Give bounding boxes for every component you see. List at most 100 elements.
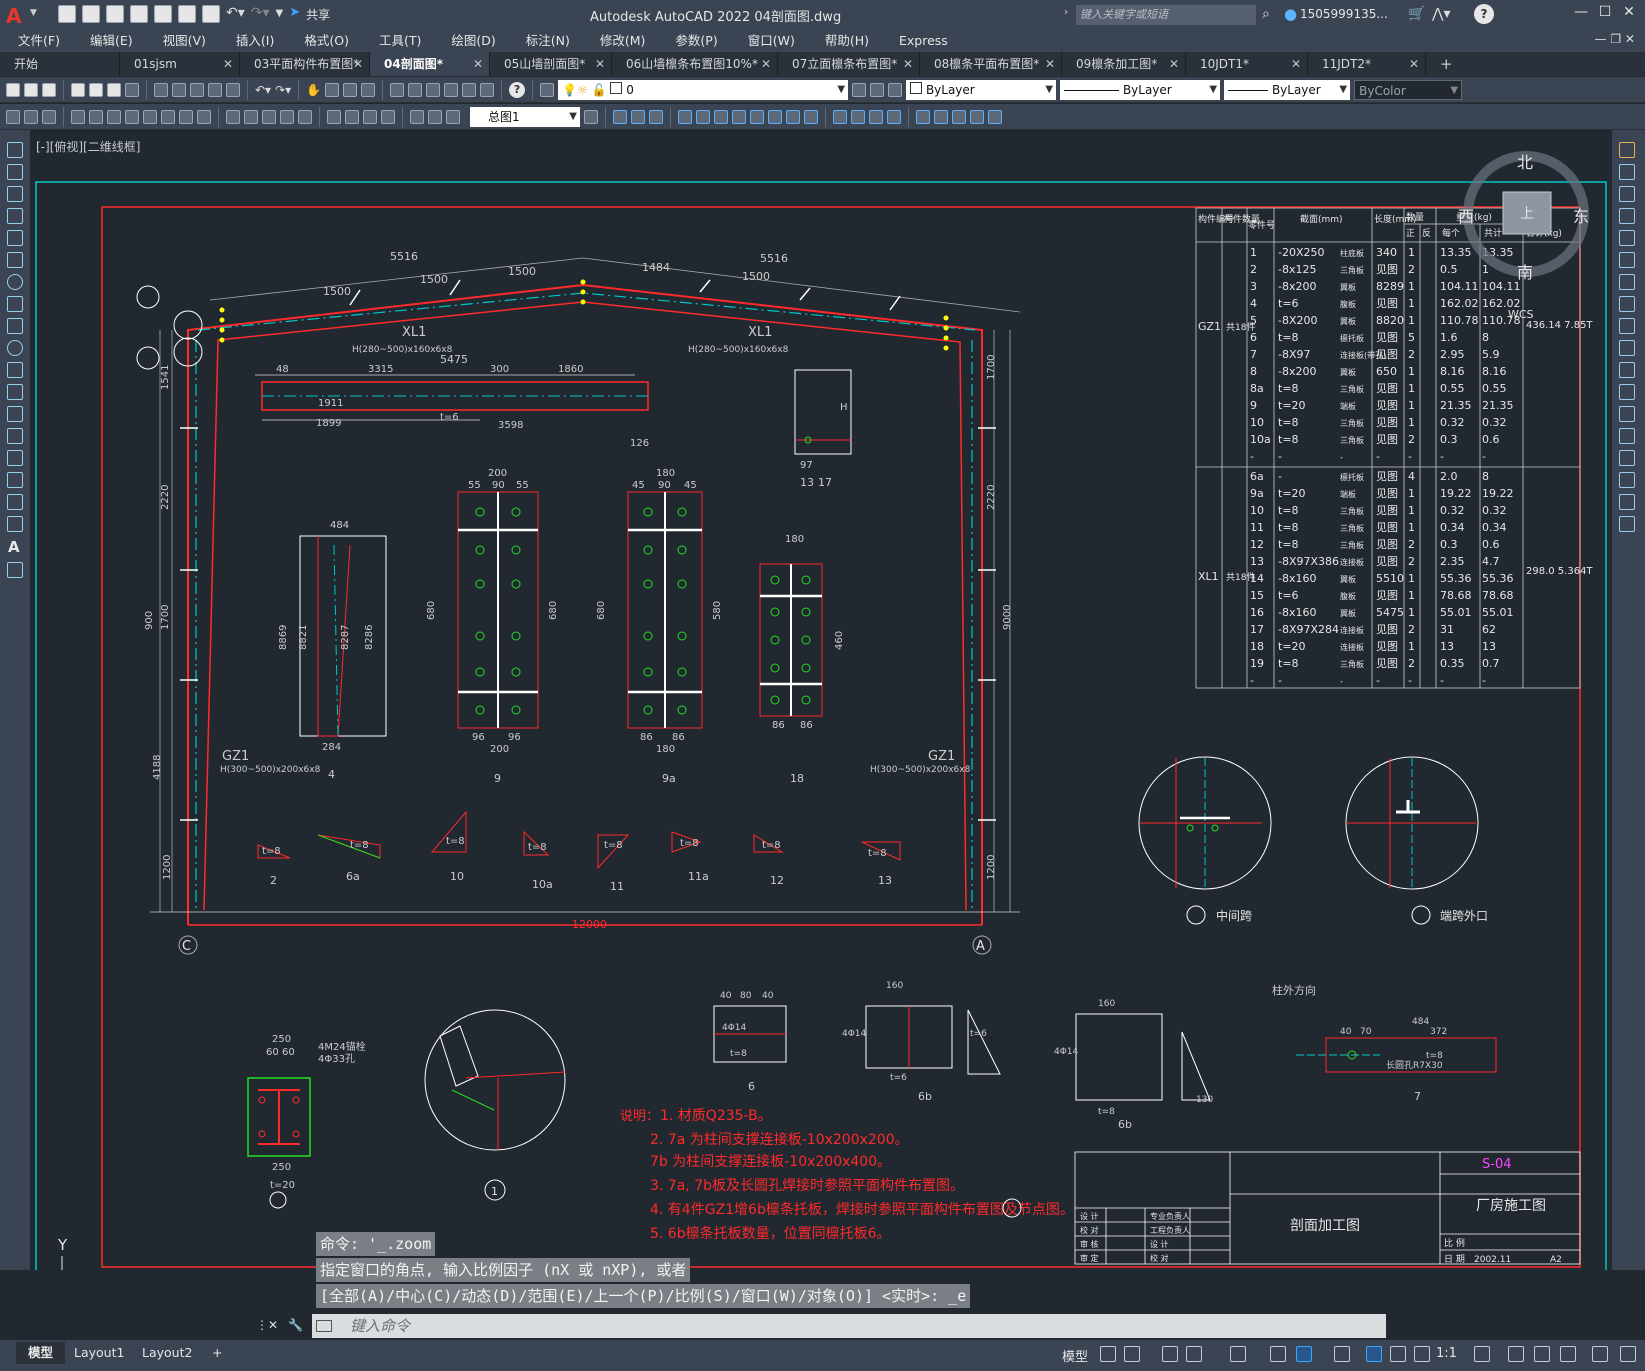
presspull-icon[interactable]	[696, 109, 710, 124]
chamfer-icon[interactable]	[1619, 450, 1635, 466]
close-tab-icon[interactable]: ✕	[903, 52, 913, 76]
snap-icon[interactable]	[1124, 1346, 1140, 1362]
dim-continue-icon[interactable]	[262, 109, 276, 124]
lineweight-dropdown[interactable]: ByLayer ▼	[1224, 79, 1351, 100]
tab-08[interactable]: 08檩条平面布置图* ✕	[920, 52, 1062, 76]
close-tab-icon[interactable]: ✕	[223, 52, 233, 76]
dim-edit-icon[interactable]	[410, 109, 424, 124]
object-snap-tracking-icon[interactable]	[1270, 1346, 1286, 1362]
model-space-button[interactable]: 模型	[1062, 1346, 1088, 1365]
share-button[interactable]: 共享	[306, 6, 330, 23]
menu-view[interactable]: 视图(V)	[145, 30, 218, 52]
qnew-icon[interactable]	[6, 82, 20, 97]
tolerance-icon[interactable]	[327, 109, 341, 124]
add-selected-icon[interactable]	[7, 562, 23, 578]
tab-03[interactable]: 03平面构件布置图* ✕	[240, 52, 370, 76]
menu-dimension[interactable]: 标注(N)	[508, 30, 582, 52]
spline-icon[interactable]	[7, 318, 23, 334]
menu-draw[interactable]: 绘图(D)	[433, 30, 507, 52]
new-tab-button[interactable]: +	[1426, 52, 1456, 76]
match-properties-icon[interactable]	[208, 82, 222, 97]
paste-icon[interactable]	[190, 82, 204, 97]
gear-icon[interactable]	[1474, 1346, 1490, 1362]
open-web-icon[interactable]	[154, 5, 172, 23]
layer-previous-icon[interactable]	[870, 82, 885, 97]
erase-icon[interactable]	[1619, 142, 1635, 158]
union-icon[interactable]	[768, 109, 782, 124]
jogged-linear-icon[interactable]	[381, 109, 395, 124]
user-account[interactable]: 1505999135...	[1300, 7, 1388, 21]
ucs-previous-icon[interactable]	[952, 109, 966, 124]
extend-icon[interactable]	[1619, 362, 1635, 378]
ellipse-arc-icon[interactable]	[7, 362, 23, 378]
close-tab-icon[interactable]: ✕	[473, 52, 483, 76]
section-plane-icon[interactable]	[833, 109, 847, 124]
tab-06[interactable]: 06山墙檩条布置图10%* ✕	[612, 52, 778, 76]
quickcalc-icon[interactable]	[480, 82, 495, 97]
help-icon[interactable]: ?	[509, 81, 526, 98]
layer-icon[interactable]	[42, 109, 56, 124]
move-icon[interactable]	[1619, 252, 1635, 268]
arc-icon[interactable]	[7, 252, 23, 268]
polar-icon[interactable]	[1186, 1346, 1202, 1362]
flatshot-icon[interactable]	[851, 109, 865, 124]
dim-diameter-icon[interactable]	[179, 109, 193, 124]
region-icon[interactable]	[7, 494, 23, 510]
subtract-icon[interactable]	[786, 109, 800, 124]
ucs-icon[interactable]	[916, 109, 930, 124]
help-icon[interactable]: ?	[1474, 4, 1494, 24]
layout-tab-layout1[interactable]: Layout1	[62, 1342, 136, 1364]
close-tab-icon[interactable]: ✕	[761, 52, 771, 76]
clean-screen-icon[interactable]	[1592, 1346, 1608, 1362]
minimize-button[interactable]: —	[1570, 4, 1592, 24]
properties-icon[interactable]	[390, 82, 405, 97]
ortho-icon[interactable]	[1162, 1346, 1178, 1362]
dim-linear-icon[interactable]	[71, 109, 85, 124]
close-tab-icon[interactable]: ✕	[1045, 52, 1055, 76]
circle-icon[interactable]	[7, 274, 23, 290]
layout-tab-layout2[interactable]: Layout2	[130, 1342, 204, 1364]
tab-09[interactable]: 09檩条加工图* ✕	[1062, 52, 1186, 76]
dim-jogged-icon[interactable]	[161, 109, 175, 124]
scale-icon[interactable]	[1619, 296, 1635, 312]
undo-icon[interactable]: ↶▾	[226, 5, 245, 23]
zoom-realtime-icon[interactable]	[325, 82, 340, 97]
menu-tools[interactable]: 工具(T)	[361, 30, 433, 52]
plot-icon[interactable]	[71, 82, 85, 97]
break-at-point-icon[interactable]	[1619, 384, 1635, 400]
polygon-icon[interactable]	[7, 208, 23, 224]
new-file-icon[interactable]	[58, 5, 76, 23]
inspection-icon[interactable]	[363, 109, 377, 124]
isolate-objects-icon[interactable]	[1534, 1346, 1550, 1362]
menu-parametric[interactable]: 参数(P)	[657, 30, 729, 52]
table-icon[interactable]	[7, 516, 23, 532]
doc-window-controls[interactable]: — ❐ ✕	[1595, 32, 1635, 46]
tool-palettes-icon[interactable]	[426, 82, 441, 97]
tab-start[interactable]: 开始	[0, 52, 120, 76]
dimstyle-dropdown[interactable]: 总图1 ▼	[470, 106, 580, 127]
redo-icon[interactable]: ↷▾	[251, 5, 270, 23]
zoom-window-icon[interactable]	[343, 82, 358, 97]
menu-express[interactable]: Express	[881, 30, 960, 52]
pan-icon[interactable]: ✋	[306, 83, 321, 97]
wedge-icon[interactable]	[631, 109, 645, 124]
dim-ordinate-icon[interactable]	[125, 109, 139, 124]
insert-block-icon[interactable]	[7, 384, 23, 400]
copy-icon[interactable]	[172, 82, 186, 97]
open-file-icon[interactable]	[82, 5, 100, 23]
plot-preview-icon[interactable]	[89, 82, 103, 97]
close-tab-icon[interactable]: ✕	[1291, 52, 1301, 76]
save-as-icon[interactable]	[130, 5, 148, 23]
a360-icon[interactable]: ⋀▾	[1432, 6, 1451, 22]
auto-scale-icon[interactable]	[1390, 1346, 1406, 1362]
annotation-visibility-icon[interactable]	[1366, 1346, 1382, 1362]
ellipse-icon[interactable]	[7, 340, 23, 356]
command-customize-icon[interactable]: 🔧	[288, 1318, 303, 1332]
intersect-icon[interactable]	[804, 109, 818, 124]
plotstyle-dropdown[interactable]: ByColor ▼	[1354, 79, 1463, 100]
array-icon[interactable]	[1619, 230, 1635, 246]
layout-tab-model[interactable]: 模型	[16, 1342, 66, 1364]
dim-update-icon[interactable]	[446, 109, 460, 124]
sweep-icon[interactable]	[714, 109, 728, 124]
grid-icon[interactable]	[1100, 1346, 1116, 1362]
